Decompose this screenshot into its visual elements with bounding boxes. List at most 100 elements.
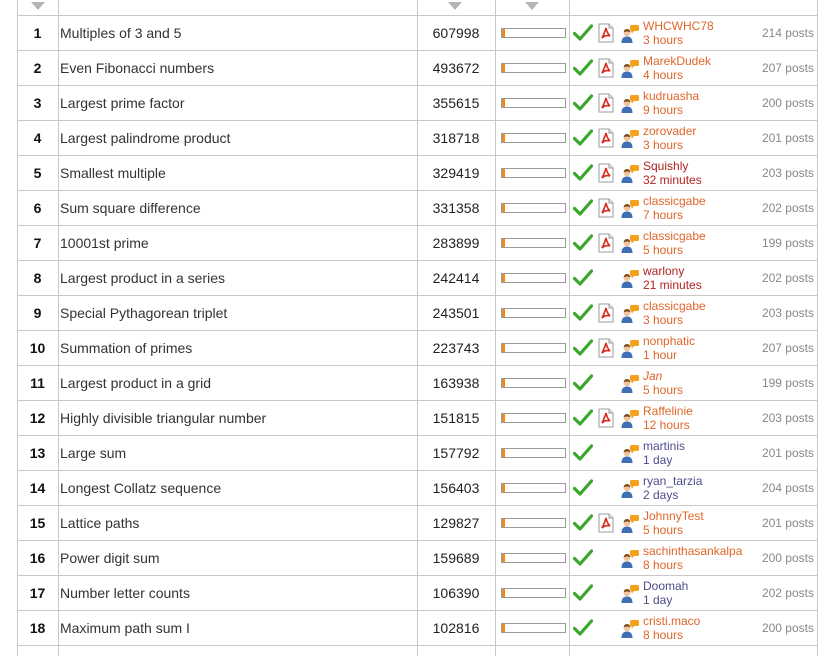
user-comment-icon[interactable] bbox=[620, 24, 640, 44]
user-comment-icon[interactable] bbox=[620, 409, 640, 429]
problem-title-link[interactable]: Large sum bbox=[60, 436, 415, 470]
last-post-username-link[interactable]: Doomah bbox=[643, 579, 688, 593]
last-post-username-link[interactable]: sachinthasankalpa bbox=[643, 544, 742, 558]
post-count-link[interactable]: 200 posts bbox=[762, 541, 814, 575]
pdf-icon[interactable] bbox=[598, 303, 614, 323]
pdf-icon[interactable] bbox=[598, 338, 614, 358]
last-post-time[interactable]: 12 hours bbox=[643, 418, 693, 432]
last-post-username-link[interactable]: classicgabe bbox=[643, 299, 706, 313]
problem-title-link[interactable]: Largest palindrome product bbox=[60, 121, 415, 155]
problem-title-link[interactable]: Smallest multiple bbox=[60, 156, 415, 190]
last-post-time[interactable]: 5 hours bbox=[643, 383, 683, 397]
last-post-time[interactable]: 1 hour bbox=[643, 348, 695, 362]
last-post-username-link[interactable]: zorovader bbox=[643, 124, 696, 138]
problem-title-link[interactable]: 10001st prime bbox=[60, 226, 415, 260]
last-post-username-link[interactable]: Raffelinie bbox=[643, 404, 693, 418]
user-comment-icon[interactable] bbox=[620, 339, 640, 359]
problem-title-link[interactable]: Highly divisible triangular number bbox=[60, 401, 415, 435]
user-comment-icon[interactable] bbox=[620, 444, 640, 464]
user-comment-icon[interactable] bbox=[620, 374, 640, 394]
problem-title-link[interactable]: Largest product in a series bbox=[60, 261, 415, 295]
last-post-time[interactable]: 8 hours bbox=[643, 558, 742, 572]
pdf-icon[interactable] bbox=[598, 513, 614, 533]
problem-title-link[interactable]: Maximum path sum I bbox=[60, 611, 415, 645]
user-comment-icon[interactable] bbox=[620, 514, 640, 534]
sort-by-id-icon[interactable] bbox=[31, 2, 45, 10]
post-count-link[interactable]: 201 posts bbox=[762, 121, 814, 155]
sort-by-difficulty-icon[interactable] bbox=[525, 2, 539, 10]
pdf-icon[interactable] bbox=[598, 128, 614, 148]
last-post-time[interactable]: 8 hours bbox=[643, 628, 700, 642]
post-count-link[interactable]: 202 posts bbox=[762, 191, 814, 225]
last-post-time[interactable]: 1 day bbox=[643, 453, 685, 467]
last-post-time[interactable]: 5 hours bbox=[643, 243, 706, 257]
last-post-time[interactable]: 4 hours bbox=[643, 68, 711, 82]
problem-title-link[interactable]: Number letter counts bbox=[60, 576, 415, 610]
pdf-icon[interactable] bbox=[598, 233, 614, 253]
last-post-time[interactable]: 3 hours bbox=[643, 313, 706, 327]
pdf-icon[interactable] bbox=[598, 58, 614, 78]
user-comment-icon[interactable] bbox=[620, 619, 640, 639]
last-post-username-link[interactable]: ryan_tarzia bbox=[643, 474, 702, 488]
post-count-link[interactable]: 199 posts bbox=[762, 366, 814, 400]
last-post-username-link[interactable]: martinis bbox=[643, 439, 685, 453]
post-count-link[interactable]: 202 posts bbox=[762, 576, 814, 610]
last-post-username-link[interactable]: classicgabe bbox=[643, 229, 706, 243]
user-comment-icon[interactable] bbox=[620, 164, 640, 184]
problem-title-link[interactable]: Multiples of 3 and 5 bbox=[60, 16, 415, 50]
user-comment-icon[interactable] bbox=[620, 269, 640, 289]
problem-title-link[interactable]: Largest prime factor bbox=[60, 86, 415, 120]
post-count-link[interactable]: 207 posts bbox=[762, 51, 814, 85]
user-comment-icon[interactable] bbox=[620, 129, 640, 149]
last-post-username-link[interactable]: Jan bbox=[643, 369, 683, 383]
sort-by-solved-icon[interactable] bbox=[448, 2, 462, 10]
problem-title-link[interactable]: Summation of primes bbox=[60, 331, 415, 365]
last-post-username-link[interactable]: JohnnyTest bbox=[643, 509, 704, 523]
last-post-time[interactable]: 3 hours bbox=[643, 138, 696, 152]
problem-title-link[interactable]: Largest product in a grid bbox=[60, 366, 415, 400]
last-post-time[interactable]: 5 hours bbox=[643, 523, 704, 537]
post-count-link[interactable]: 203 posts bbox=[762, 296, 814, 330]
last-post-time[interactable]: 7 hours bbox=[643, 208, 706, 222]
post-count-link[interactable]: 203 posts bbox=[762, 156, 814, 190]
post-count-link[interactable]: 199 posts bbox=[762, 226, 814, 260]
last-post-username-link[interactable]: warlony bbox=[643, 264, 702, 278]
post-count-link[interactable]: 214 posts bbox=[762, 16, 814, 50]
user-comment-icon[interactable] bbox=[620, 94, 640, 114]
post-count-link[interactable]: 201 posts bbox=[762, 436, 814, 470]
problem-title-link[interactable]: Longest Collatz sequence bbox=[60, 471, 415, 505]
last-post-time[interactable]: 1 day bbox=[643, 593, 688, 607]
pdf-icon[interactable] bbox=[598, 163, 614, 183]
last-post-username-link[interactable]: Squishly bbox=[643, 159, 702, 173]
last-post-username-link[interactable]: nonphatic bbox=[643, 334, 695, 348]
last-post-time[interactable]: 2 days bbox=[643, 488, 702, 502]
user-comment-icon[interactable] bbox=[620, 199, 640, 219]
problem-title-link[interactable]: Sum square difference bbox=[60, 191, 415, 225]
problem-title-link[interactable]: Power digit sum bbox=[60, 541, 415, 575]
problem-title-link[interactable]: Special Pythagorean triplet bbox=[60, 296, 415, 330]
problem-title-link[interactable]: Even Fibonacci numbers bbox=[60, 51, 415, 85]
last-post-username-link[interactable]: cristi.maco bbox=[643, 614, 700, 628]
last-post-username-link[interactable]: classicgabe bbox=[643, 194, 706, 208]
post-count-link[interactable]: 200 posts bbox=[762, 611, 814, 645]
last-post-time[interactable]: 3 hours bbox=[643, 33, 714, 47]
post-count-link[interactable]: 203 posts bbox=[762, 401, 814, 435]
post-count-link[interactable]: 207 posts bbox=[762, 331, 814, 365]
post-count-link[interactable]: 200 posts bbox=[762, 86, 814, 120]
problem-title-link[interactable]: Lattice paths bbox=[60, 506, 415, 540]
last-post-username-link[interactable]: kudruasha bbox=[643, 89, 699, 103]
user-comment-icon[interactable] bbox=[620, 584, 640, 604]
last-post-username-link[interactable]: MarekDudek bbox=[643, 54, 711, 68]
user-comment-icon[interactable] bbox=[620, 479, 640, 499]
last-post-time[interactable]: 32 minutes bbox=[643, 173, 702, 187]
pdf-icon[interactable] bbox=[598, 198, 614, 218]
post-count-link[interactable]: 204 posts bbox=[762, 471, 814, 505]
user-comment-icon[interactable] bbox=[620, 549, 640, 569]
last-post-time[interactable]: 9 hours bbox=[643, 103, 699, 117]
user-comment-icon[interactable] bbox=[620, 59, 640, 79]
post-count-link[interactable]: 202 posts bbox=[762, 261, 814, 295]
post-count-link[interactable]: 201 posts bbox=[762, 506, 814, 540]
user-comment-icon[interactable] bbox=[620, 304, 640, 324]
pdf-icon[interactable] bbox=[598, 408, 614, 428]
last-post-time[interactable]: 21 minutes bbox=[643, 278, 702, 292]
